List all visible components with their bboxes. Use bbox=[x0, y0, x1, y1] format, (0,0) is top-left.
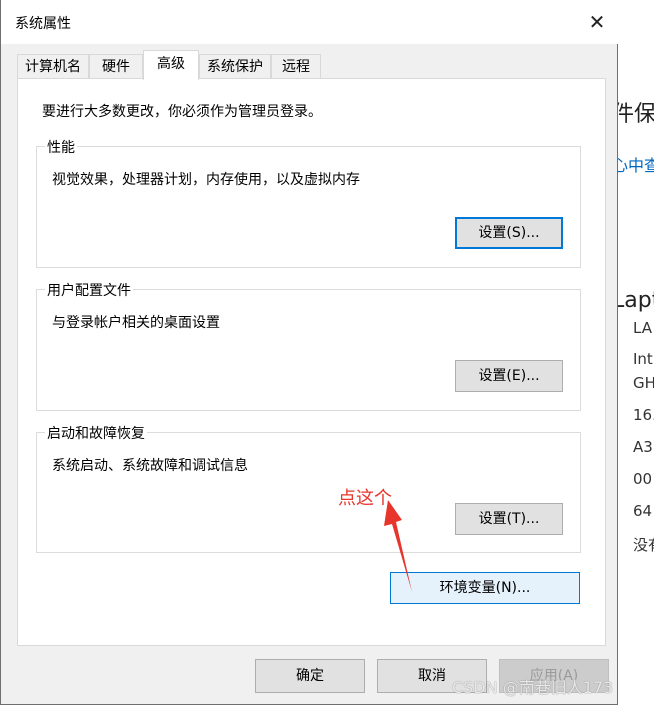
watermark: CSDN @南巷旧人173 bbox=[452, 678, 614, 697]
annotation-arrow-icon bbox=[384, 500, 412, 592]
tab-advanced[interactable]: 高级 bbox=[143, 50, 199, 80]
